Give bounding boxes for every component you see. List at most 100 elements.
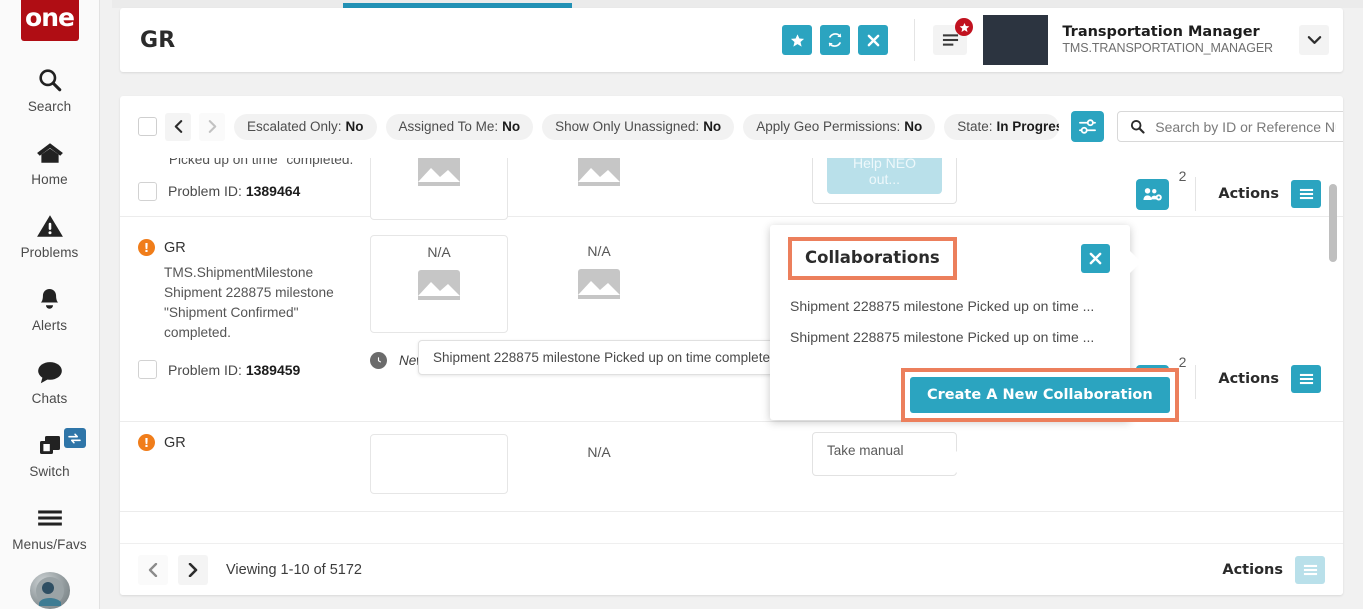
neo-suggestion-text: Take manual (827, 443, 904, 458)
sidebar-item-label: Switch (29, 464, 70, 480)
footer-actions: Actions (1222, 555, 1325, 584)
user-role: TMS.TRANSPORTATION_MANAGER (1062, 41, 1273, 56)
page-header: GR Transportation Manager TMS.TRANSPORTA… (120, 8, 1343, 72)
row-actions-area: 2 Actions (1063, 158, 1343, 216)
row-thumb-secondary: N/A (530, 217, 690, 421)
image-thumbnail-2[interactable] (530, 158, 668, 220)
chip-label: State: (957, 119, 993, 134)
filter-chip-escalated-only[interactable]: Escalated Only: No (234, 113, 377, 140)
filter-settings-button[interactable] (1071, 111, 1105, 142)
collaborations-button[interactable]: 2 (1136, 168, 1186, 210)
menu-favs-button[interactable] (933, 18, 974, 55)
table-row[interactable]: Shipment 228875 milestone "Picked up on … (120, 158, 1343, 254)
hamburger-icon (1303, 564, 1317, 575)
problem-id-label: Problem ID: (168, 361, 242, 378)
row-actions-area (1063, 422, 1343, 511)
sidebar-item-chats[interactable]: Chats (0, 355, 100, 406)
sidebar-item-switch[interactable]: Switch (0, 428, 100, 479)
image-placeholder-icon (576, 158, 622, 190)
star-icon (790, 33, 804, 47)
page-title: GR (140, 27, 176, 53)
refresh-button[interactable] (820, 25, 851, 55)
bell-icon (37, 282, 62, 316)
select-all-checkbox[interactable] (138, 117, 157, 136)
help-neo-button[interactable]: Help NEO out... (827, 158, 942, 194)
filter-chip-assigned-to-me[interactable]: Assigned To Me: No (385, 113, 534, 140)
collaboration-list-item[interactable]: Shipment 228875 milestone Picked up on t… (770, 329, 1130, 345)
row-checkbox[interactable] (138, 181, 157, 201)
collaboration-list-item[interactable]: Shipment 228875 milestone Picked up on t… (770, 298, 1130, 314)
home-icon (36, 136, 64, 170)
warning-exclamation-icon: ! (138, 434, 155, 451)
image-thumbnail[interactable] (370, 158, 508, 220)
hamburger-icon (1299, 373, 1313, 385)
na-label: N/A (587, 243, 611, 259)
filter-prev-button[interactable] (165, 112, 191, 141)
viewing-range-text: Viewing 1-10 of 5172 (226, 561, 362, 578)
user-avatar[interactable] (983, 15, 1049, 65)
sidebar-item-search[interactable]: Search (0, 63, 100, 114)
list-scrollbar[interactable] (1329, 184, 1337, 262)
chip-value: In Progress, N (996, 119, 1060, 134)
tab-strip-gap (100, 0, 112, 8)
sidebar-item-problems[interactable]: Problems (0, 209, 100, 260)
footer-actions-button[interactable] (1295, 555, 1325, 584)
page-next-button[interactable] (178, 554, 208, 585)
collaborations-title-highlight: Collaborations (788, 237, 957, 280)
filter-chip-apply-geo-permissions[interactable]: Apply Geo Permissions: No (743, 113, 936, 140)
row-actions-button[interactable] (1291, 365, 1321, 393)
row-summary: ! GR (120, 422, 370, 511)
favorite-button[interactable] (782, 25, 813, 55)
problem-id-value: 1389464 (245, 183, 301, 200)
row-description: Shipment 228875 milestone "Picked up on … (164, 158, 354, 167)
left-nav-rail: one Search Home Problems Alerts Chats Sw… (0, 0, 100, 609)
problem-id-label: Problem ID: (168, 183, 242, 200)
collaborations-close-button[interactable] (1081, 244, 1110, 273)
chevron-right-icon (208, 120, 216, 133)
chevron-right-icon (188, 562, 198, 577)
collaborations-count: 2 (1178, 167, 1187, 184)
neo-suggestion-bubble: Take manual (812, 432, 967, 476)
row-thumb-primary: N/A New (370, 217, 530, 421)
search-box[interactable] (1117, 111, 1343, 142)
sidebar-item-home[interactable]: Home (0, 136, 100, 187)
sidebar-item-label: Chats (31, 391, 68, 407)
row-title-text: GR (164, 239, 186, 256)
collaborations-title: Collaborations (805, 248, 940, 267)
create-collaboration-button[interactable]: Create A New Collaboration (910, 377, 1170, 413)
user-info: Transportation Manager TMS.TRANSPORTATIO… (1062, 23, 1273, 57)
row-problem: Problem ID: 1389459 (138, 360, 370, 380)
sidebar-item-menus-favs[interactable]: Menus/Favs (0, 501, 100, 552)
filter-next-button[interactable] (199, 112, 225, 141)
filter-chip-show-only-unassigned[interactable]: Show Only Unassigned: No (542, 113, 735, 140)
row-checkbox[interactable] (138, 360, 157, 380)
image-thumbnail-2[interactable]: N/A (530, 235, 668, 333)
chip-value: No (703, 119, 722, 134)
row-neo-area: resolve the issue Help NEO out... (690, 158, 1063, 216)
filter-chip-state[interactable]: State: In Progress, N (944, 113, 1060, 140)
hamburger-icon (942, 34, 958, 46)
copy-stack-icon (37, 428, 63, 462)
brand-logo[interactable]: one (20, 0, 79, 42)
chat-bubble-icon (36, 355, 64, 389)
image-thumbnail[interactable]: N/A (370, 235, 508, 333)
page-prev-button[interactable] (138, 554, 168, 585)
close-button[interactable] (858, 25, 889, 55)
row-actions-button[interactable] (1291, 180, 1321, 208)
row-problem: Problem ID: 1389464 (138, 181, 370, 201)
actions-label: Actions (1218, 186, 1279, 202)
image-placeholder-icon (416, 266, 462, 304)
chip-label: Assigned To Me: (398, 119, 499, 134)
actions-label: Actions (1222, 561, 1283, 578)
swap-arrows-icon[interactable] (63, 428, 86, 449)
avatar[interactable] (29, 572, 70, 609)
row-summary: ! GR TMS.ShipmentMilestone Shipment 2288… (120, 217, 370, 421)
sidebar-item-alerts[interactable]: Alerts (0, 282, 100, 333)
image-thumbnail[interactable] (370, 434, 508, 494)
search-input[interactable] (1155, 118, 1337, 135)
user-name: Transportation Manager (1062, 24, 1260, 41)
tab-strip (100, 0, 1363, 8)
table-row[interactable]: ! GR N/A Take manual (120, 422, 1343, 512)
star-icon (955, 18, 974, 36)
user-menu-button[interactable] (1299, 25, 1329, 55)
